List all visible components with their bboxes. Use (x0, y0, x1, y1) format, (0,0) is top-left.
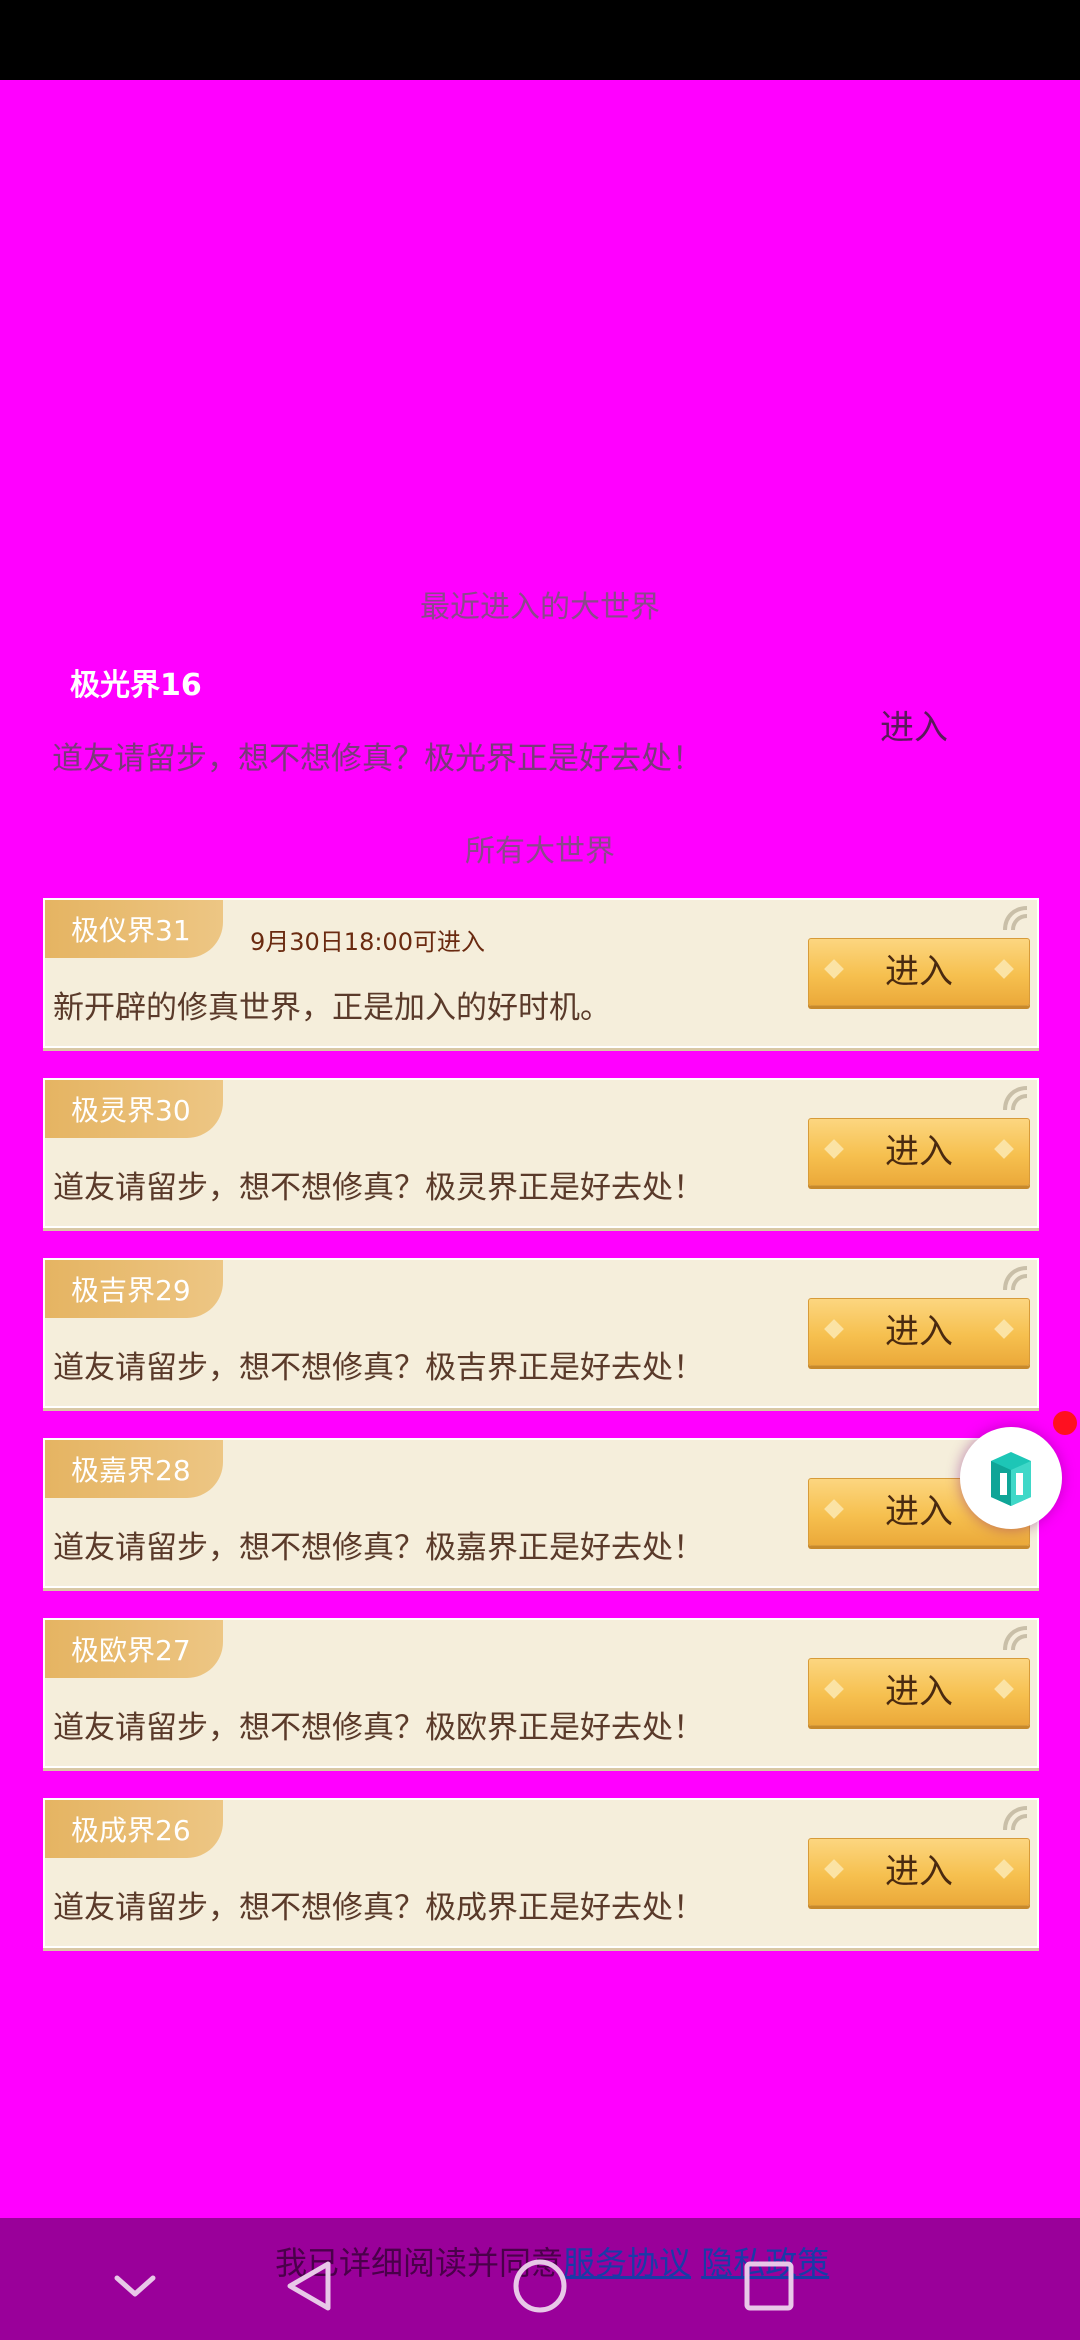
world-name: 极灵界30 (71, 1094, 191, 1127)
world-name: 极仪界31 (71, 914, 191, 947)
chevron-down-icon[interactable] (95, 2246, 175, 2326)
agreement-separator (691, 2244, 701, 2282)
enter-button[interactable]: 进入 (808, 1298, 1030, 1366)
enter-button[interactable]: 进入 (808, 938, 1030, 1006)
recent-world-description: 道友请留步，想不想修真？极光界正是好去处！ (52, 741, 703, 777)
world-name: 极成界26 (71, 1814, 191, 1847)
open-time-note: 9月30日18:00可进入 (250, 928, 485, 956)
all-worlds-title: 所有大世界 (465, 834, 615, 869)
service-agreement-link[interactable]: 服务协议 (563, 2244, 691, 2282)
back-triangle-icon[interactable] (270, 2246, 350, 2326)
recents-square-icon[interactable] (729, 2246, 809, 2326)
world-description: 道友请留步，想不想修真？极灵界正是好去处！ (53, 1170, 704, 1206)
world-card: 极成界26 道友请留步，想不想修真？极成界正是好去处！ 进入 (43, 1798, 1039, 1948)
recent-world-name: 极光界16 (70, 668, 202, 703)
cloud-ornament-icon (1003, 1806, 1028, 1831)
cloud-ornament-icon (1003, 1086, 1028, 1111)
world-card: 极吉界29 道友请留步，想不想修真？极吉界正是好去处！ 进入 (43, 1258, 1039, 1408)
world-description: 道友请留步，想不想修真？极吉界正是好去处！ (53, 1350, 704, 1386)
world-description: 道友请留步，想不想修真？极嘉界正是好去处！ (53, 1530, 704, 1566)
world-card: 极欧界27 道友请留步，想不想修真？极欧界正是好去处！ 进入 (43, 1618, 1039, 1768)
world-name: 极嘉界28 (71, 1454, 191, 1487)
world-name: 极欧界27 (71, 1634, 191, 1667)
world-card: 极仪界31 9月30日18:00可进入 新开辟的修真世界，正是加入的好时机。 进… (43, 898, 1039, 1048)
floating-assistant-button[interactable] (960, 1427, 1062, 1529)
home-circle-icon[interactable] (500, 2246, 580, 2326)
cloud-ornament-icon (1003, 1266, 1028, 1291)
cloud-ornament-icon (1003, 906, 1028, 931)
notification-dot (1053, 1411, 1077, 1435)
cloud-ornament-icon (1003, 1626, 1028, 1651)
world-card: 极灵界30 道友请留步，想不想修真？极灵界正是好去处！ 进入 (43, 1078, 1039, 1228)
enter-button[interactable]: 进入 (808, 1118, 1030, 1186)
world-description: 道友请留步，想不想修真？极成界正是好去处！ (53, 1890, 704, 1926)
world-card: 极嘉界28 道友请留步，想不想修真？极嘉界正是好去处！ 进入 (43, 1438, 1039, 1588)
world-name: 极吉界29 (71, 1274, 191, 1307)
status-bar (0, 0, 1080, 80)
cube-icon (991, 1452, 1031, 1506)
recent-enter-button[interactable]: 进入 (880, 700, 948, 749)
world-description: 新开辟的修真世界，正是加入的好时机。 (53, 990, 611, 1026)
recent-worlds-title: 最近进入的大世界 (420, 590, 660, 625)
world-description: 道友请留步，想不想修真？极欧界正是好去处！ (53, 1710, 704, 1746)
enter-button[interactable]: 进入 (808, 1838, 1030, 1906)
enter-button[interactable]: 进入 (808, 1658, 1030, 1726)
